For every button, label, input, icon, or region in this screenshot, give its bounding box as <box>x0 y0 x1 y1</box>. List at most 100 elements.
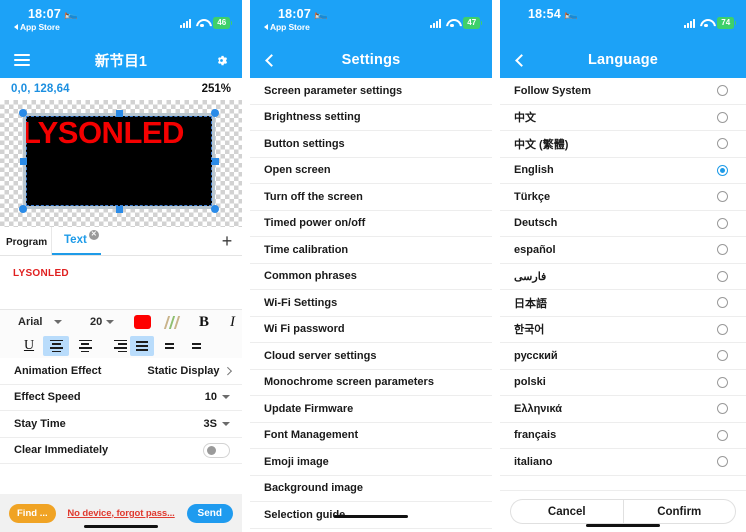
language-row[interactable]: Follow System <box>500 78 746 105</box>
radio-button-selected[interactable] <box>717 164 728 176</box>
radio-button[interactable] <box>717 350 728 362</box>
handle-bottom-left[interactable] <box>19 205 27 213</box>
close-icon[interactable]: ✕ <box>88 230 99 240</box>
clear-immediately-toggle[interactable] <box>203 442 230 458</box>
handle-middle-right[interactable] <box>211 157 219 165</box>
valign-top-icon[interactable] <box>157 336 181 356</box>
page-title: Language <box>587 52 659 68</box>
language-row[interactable]: español <box>500 237 746 264</box>
language-row[interactable]: Ελληνικά <box>500 396 746 423</box>
radio-button[interactable] <box>717 429 728 441</box>
radio-button[interactable] <box>717 217 728 229</box>
send-button[interactable]: Send <box>186 503 233 523</box>
back-to-app-store[interactable]: App Store <box>264 22 310 32</box>
confirm-button[interactable]: Confirm <box>622 499 736 524</box>
option-clear-immediately[interactable]: Clear Immediately <box>0 438 242 464</box>
settings-row[interactable]: Update Firmware <box>250 396 492 423</box>
text-editor-area[interactable]: LYSONLED <box>0 256 242 309</box>
back-button[interactable] <box>514 42 528 78</box>
radio-button[interactable] <box>717 323 728 335</box>
handle-bottom-middle[interactable] <box>115 205 123 213</box>
font-size-value: 20 <box>90 316 103 328</box>
handle-top-right[interactable] <box>211 109 219 117</box>
handle-top-middle[interactable] <box>115 109 123 117</box>
option-animation-effect[interactable]: Animation Effect Static Display <box>0 358 242 385</box>
settings-row[interactable]: Screen parameter settings <box>250 78 492 105</box>
settings-row[interactable]: Wi-Fi Settings <box>250 290 492 317</box>
add-tab-button[interactable]: + <box>212 227 242 255</box>
language-row[interactable]: polski <box>500 370 746 396</box>
settings-row[interactable]: Background image <box>250 476 492 502</box>
settings-row[interactable]: Monochrome screen parameters <box>250 370 492 396</box>
align-left-icon[interactable] <box>43 336 69 356</box>
language-row[interactable]: русский <box>500 343 746 370</box>
language-row[interactable]: English <box>500 158 746 184</box>
settings-row[interactable]: Common phrases <box>250 264 492 290</box>
gradient-stripes-icon[interactable] <box>163 315 184 329</box>
handle-top-left[interactable] <box>19 109 27 117</box>
handle-bottom-right[interactable] <box>211 205 219 213</box>
settings-button[interactable] <box>214 42 229 78</box>
valign-bottom-icon[interactable] <box>184 336 208 356</box>
radio-button[interactable] <box>717 244 728 256</box>
tab-text[interactable]: Text ✕ <box>52 227 101 255</box>
radio-button[interactable] <box>717 191 728 203</box>
settings-row[interactable]: Cloud server settings <box>250 343 492 370</box>
format-toolbar: Arial 20 B I U <box>0 309 242 358</box>
no-device-link[interactable]: No device, forgot pass... <box>58 508 185 519</box>
home-indicator <box>586 523 660 527</box>
language-row[interactable]: Türkçe <box>500 184 746 211</box>
radio-button[interactable] <box>717 297 728 309</box>
settings-row[interactable]: Timed power on/off <box>250 211 492 237</box>
settings-row[interactable]: Open screen <box>250 158 492 184</box>
bold-button[interactable]: B <box>199 314 209 331</box>
find-button[interactable]: Find ... <box>9 503 56 523</box>
settings-row[interactable]: Font Management <box>250 423 492 449</box>
settings-row[interactable]: Time calibration <box>250 237 492 264</box>
language-row[interactable]: 中文 (繁體) <box>500 131 746 158</box>
radio-button[interactable] <box>717 85 728 97</box>
led-preview-area[interactable]: LYSONLED <box>0 100 242 227</box>
option-stay-time[interactable]: Stay Time 3S <box>0 411 242 438</box>
language-row[interactable]: Deutsch <box>500 211 746 237</box>
radio-button[interactable] <box>717 456 728 468</box>
font-size-select[interactable]: 20 <box>90 316 130 328</box>
back-to-app-store[interactable]: App Store <box>14 22 60 32</box>
language-row[interactable]: 한국어 <box>500 317 746 343</box>
language-row[interactable]: français <box>500 423 746 449</box>
settings-row[interactable]: Button settings <box>250 131 492 158</box>
led-screen[interactable]: LYSONLED <box>26 116 212 206</box>
tab-program[interactable]: Program <box>0 227 52 255</box>
handle-middle-left[interactable] <box>19 157 27 165</box>
underline-button[interactable]: U <box>18 338 40 354</box>
radio-button[interactable] <box>717 376 728 388</box>
radio-button[interactable] <box>717 111 728 123</box>
radio-button[interactable] <box>717 403 728 415</box>
align-right-icon[interactable] <box>101 336 127 356</box>
valign-middle-icon[interactable] <box>130 336 154 356</box>
language-row[interactable]: italiano <box>500 449 746 476</box>
language-row[interactable]: 中文 <box>500 105 746 131</box>
language-label: 日本語 <box>514 297 547 310</box>
font-family-select[interactable]: Arial <box>6 316 90 328</box>
tab-spacer <box>101 227 212 255</box>
text-color-swatch[interactable] <box>134 315 151 329</box>
chevron-down-icon <box>222 395 230 400</box>
led-selection-box[interactable]: LYSONLED <box>19 109 219 213</box>
option-effect-speed[interactable]: Effect Speed 10 <box>0 385 242 411</box>
radio-button[interactable] <box>717 270 728 282</box>
back-button[interactable] <box>264 42 278 78</box>
settings-row[interactable]: Emoji image <box>250 449 492 476</box>
settings-row[interactable]: Wi Fi password <box>250 317 492 343</box>
language-row[interactable]: فارسی <box>500 264 746 290</box>
italic-button[interactable]: I <box>230 314 235 331</box>
option-value: 10 <box>204 391 217 404</box>
cancel-button[interactable]: Cancel <box>510 499 623 524</box>
settings-row[interactable]: Turn off the screen <box>250 184 492 211</box>
align-center-icon[interactable] <box>72 336 98 356</box>
status-indicators: 74 <box>684 17 736 29</box>
settings-row[interactable]: Brightness setting <box>250 105 492 131</box>
language-row[interactable]: 日本語 <box>500 290 746 317</box>
menu-button[interactable] <box>14 42 30 78</box>
radio-button[interactable] <box>717 138 728 150</box>
